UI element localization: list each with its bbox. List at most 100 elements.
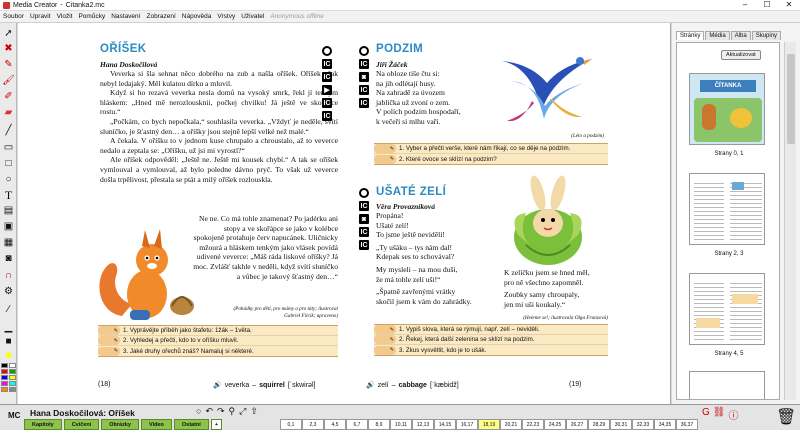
- fit-icon[interactable]: ⤢: [239, 406, 246, 417]
- ic-icon[interactable]: IC: [322, 98, 332, 108]
- page-button[interactable]: 4,5: [324, 419, 346, 430]
- update-button[interactable]: Aktualizovat: [721, 50, 761, 60]
- category-obrazky[interactable]: Obrázky: [101, 419, 139, 430]
- document-canvas[interactable]: OŘÍŠEK Hana Doskočilová Veverka si šla s…: [18, 23, 671, 404]
- page-button[interactable]: 34,35: [654, 419, 676, 430]
- magnet-tool-icon[interactable]: ∩: [2, 269, 15, 282]
- menu-pomucky[interactable]: Pomůcky: [78, 11, 105, 22]
- video-icon[interactable]: ▶: [322, 85, 332, 95]
- menu-zobrazeni[interactable]: Zobrazení: [146, 11, 175, 22]
- stroke-color-icon[interactable]: ■: [2, 335, 15, 348]
- menu-vrstvy[interactable]: Vrstvy: [217, 11, 235, 22]
- page-thumbnail[interactable]: [689, 371, 765, 399]
- page-button[interactable]: 10,11: [390, 419, 412, 430]
- brush-tool-icon[interactable]: 🖌: [2, 74, 15, 87]
- color-swatch[interactable]: [1, 381, 8, 386]
- pen-tool-icon[interactable]: ✎: [2, 58, 15, 71]
- menu-soubor[interactable]: Soubor: [3, 11, 24, 22]
- category-video[interactable]: Video: [141, 419, 172, 430]
- pencil-small-icon[interactable]: ∕: [2, 303, 15, 316]
- page-button[interactable]: 0,1: [280, 419, 302, 430]
- close-button[interactable]: ✕: [778, 0, 800, 11]
- color-swatch[interactable]: [9, 375, 16, 380]
- page-button[interactable]: 6,7: [346, 419, 368, 430]
- page-button[interactable]: 36,37: [676, 419, 698, 430]
- link-icon[interactable]: ⛓: [713, 407, 726, 422]
- category-cviceni[interactable]: Cvičení: [63, 419, 100, 430]
- page-thumbnail[interactable]: [689, 273, 765, 345]
- page-up-icon[interactable]: ⇧: [250, 406, 258, 417]
- page-button[interactable]: 28,29: [588, 419, 610, 430]
- page-button[interactable]: 12,13: [412, 419, 434, 430]
- page-thumbnail[interactable]: ČÍTANKA: [689, 73, 765, 145]
- grid-tool-icon[interactable]: ▦: [2, 236, 15, 249]
- undo-icon[interactable]: ↶: [205, 406, 213, 417]
- add-category-button[interactable]: +: [210, 419, 223, 430]
- tab-stranky[interactable]: Stránky: [676, 31, 705, 40]
- redo-icon[interactable]: ↷: [217, 406, 225, 417]
- zoom-icon[interactable]: ⚲: [229, 406, 236, 417]
- task-text: 2. Řekej, která další zelenina se sklízí…: [399, 336, 535, 343]
- cd-audio-icon[interactable]: [322, 46, 332, 56]
- info-icon[interactable]: ⓘ: [728, 407, 738, 422]
- color-swatch[interactable]: [1, 369, 8, 374]
- page-button[interactable]: 20,21: [500, 419, 522, 430]
- fill-color-icon[interactable]: ■: [2, 349, 15, 362]
- camera-tool-icon[interactable]: ◙: [2, 252, 15, 265]
- color-swatch[interactable]: [1, 387, 8, 392]
- color-swatch[interactable]: [9, 363, 16, 368]
- ic-icon[interactable]: IC: [322, 111, 332, 121]
- ic-icon[interactable]: IC: [322, 59, 332, 69]
- square-tool-icon[interactable]: □: [2, 157, 15, 170]
- rectangle-tool-icon[interactable]: ▭: [2, 141, 15, 154]
- trash-icon[interactable]: 🗑: [776, 407, 796, 427]
- page-thumbnail[interactable]: [689, 173, 765, 245]
- page-button[interactable]: 2,3: [302, 419, 324, 430]
- page-button[interactable]: 16,17: [456, 419, 478, 430]
- google-icon[interactable]: G: [702, 407, 710, 422]
- category-kapitoly[interactable]: Kapitoly: [24, 419, 62, 430]
- page-button[interactable]: 8,9: [368, 419, 390, 430]
- page-button[interactable]: 24,25: [544, 419, 566, 430]
- minimize-button[interactable]: –: [734, 0, 756, 11]
- menu-upravit[interactable]: Upravit: [30, 11, 51, 22]
- menu-napoveda[interactable]: Nápověda: [182, 11, 212, 22]
- line-width-icon[interactable]: ▁: [2, 321, 15, 334]
- maximize-button[interactable]: ☐: [756, 0, 778, 11]
- tab-alba[interactable]: Alba: [730, 31, 751, 40]
- thumbnail-scrollbar[interactable]: [784, 42, 796, 400]
- tab-media[interactable]: Média: [705, 31, 730, 40]
- menu-uzivatel[interactable]: Uživatel: [241, 11, 264, 22]
- speaker-icon[interactable]: 🔊: [366, 381, 375, 389]
- title-sep: -: [60, 2, 63, 9]
- page-button[interactable]: 18,19: [478, 419, 500, 430]
- color-swatch[interactable]: [9, 369, 16, 374]
- page-button[interactable]: 14,15: [434, 419, 456, 430]
- highlighter-tool-icon[interactable]: ✐: [2, 90, 15, 103]
- color-swatch[interactable]: [1, 375, 8, 380]
- page-button[interactable]: 30,31: [610, 419, 632, 430]
- stamp-tool-icon[interactable]: ▤: [2, 204, 15, 217]
- text-tool-icon[interactable]: T: [2, 189, 15, 202]
- color-swatch[interactable]: [9, 387, 16, 392]
- page-button[interactable]: 32,33: [632, 419, 654, 430]
- cross-arrow-tool-icon[interactable]: ✖: [2, 42, 15, 55]
- eraser-tool-icon[interactable]: ▰: [2, 106, 15, 119]
- speaker-icon[interactable]: 🔊: [213, 381, 222, 389]
- tab-skupiny[interactable]: Skupiny: [751, 31, 782, 40]
- ic-icon[interactable]: IC: [322, 72, 332, 82]
- color-swatch[interactable]: [9, 381, 16, 386]
- arrow-tool-icon[interactable]: ➚: [2, 27, 15, 40]
- scrollbar-thumb[interactable]: [787, 54, 795, 144]
- menu-nastaveni[interactable]: Nastavení: [111, 11, 140, 22]
- line-tool-icon[interactable]: ╱: [2, 124, 15, 137]
- page-button[interactable]: 22,23: [522, 419, 544, 430]
- image-tool-icon[interactable]: ▣: [2, 220, 15, 233]
- page-button[interactable]: 26,27: [566, 419, 588, 430]
- menu-vlozit[interactable]: Vložit: [57, 11, 73, 22]
- circle-tool-icon[interactable]: ○: [2, 173, 15, 186]
- color-swatch[interactable]: [1, 363, 8, 368]
- circle-icon[interactable]: ○: [196, 406, 201, 417]
- gear-icon[interactable]: ⚙: [2, 285, 15, 298]
- category-ostatni[interactable]: Ostatní: [173, 419, 209, 430]
